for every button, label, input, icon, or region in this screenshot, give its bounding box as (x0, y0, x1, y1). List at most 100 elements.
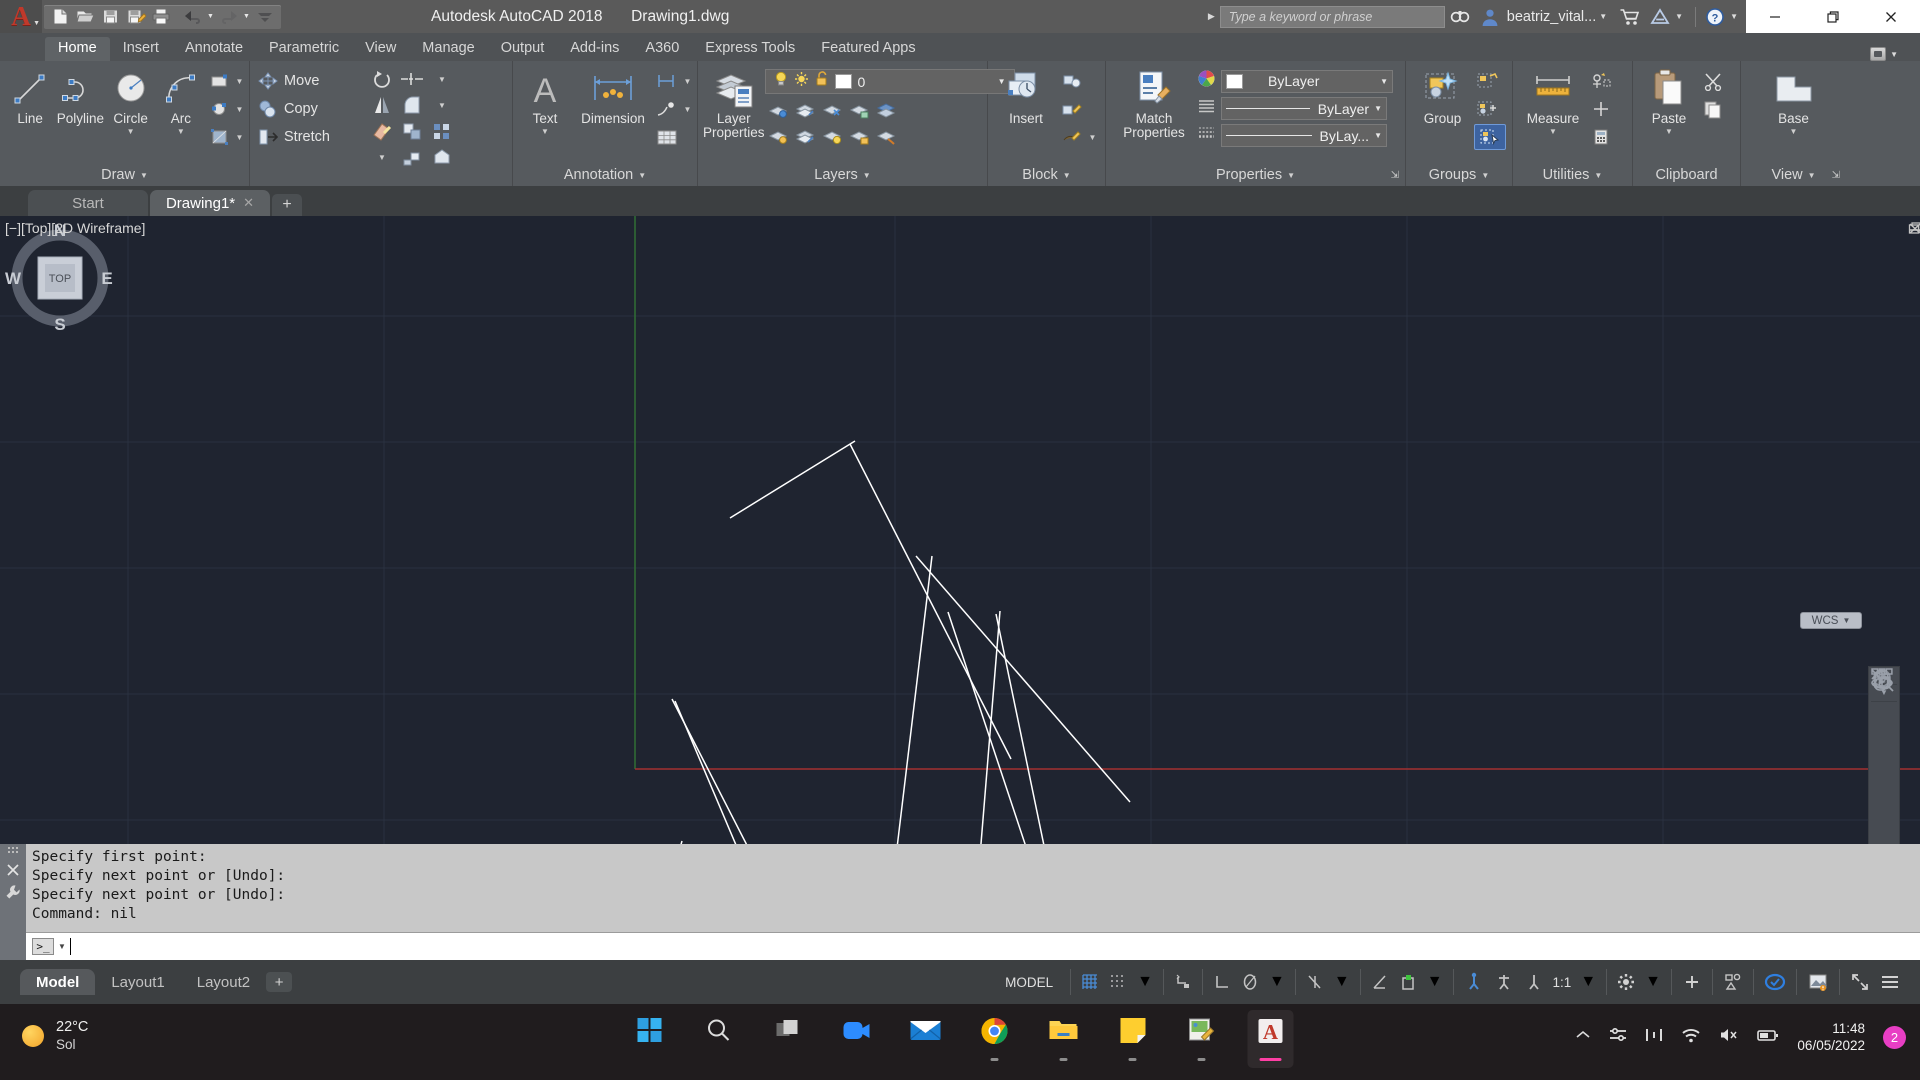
ribbon-tab-featured-apps[interactable]: Featured Apps (808, 37, 928, 61)
array-dropdown-icon[interactable]: ▼ (367, 144, 397, 170)
rectangle-tool[interactable]: ▼ (206, 68, 244, 94)
user-name-label[interactable]: beatriz_vital... (1507, 9, 1596, 25)
trim-tool[interactable] (397, 66, 427, 92)
chevron-down-icon[interactable]: ▼ (1481, 171, 1489, 180)
snap-mode-icon[interactable] (1104, 969, 1132, 995)
ribbon-tab-annotate[interactable]: Annotate (172, 37, 256, 61)
panel-title-block[interactable]: Block ▼ (988, 164, 1105, 186)
leader-dropdown-icon[interactable]: ▼ (683, 105, 692, 114)
isometric-drafting-icon[interactable] (1301, 969, 1329, 995)
ribbon-tab-a360[interactable]: A360 (632, 37, 692, 61)
autocad-app-menu-button[interactable]: A ▼ (0, 0, 42, 33)
chevron-down-icon[interactable]: ▼ (863, 171, 871, 180)
file-explorer-app[interactable] (1041, 1010, 1087, 1068)
linear-dimension-dropdown-icon[interactable]: ▼ (683, 77, 692, 86)
panel-title-view[interactable]: View ▼ ⇲ (1741, 164, 1846, 186)
selection-cycling-icon[interactable] (1519, 969, 1549, 995)
ribbon-minimize-chevron-icon[interactable]: ▼ (1890, 50, 1898, 59)
infocenter-search[interactable] (1219, 5, 1445, 28)
array-tool[interactable] (427, 118, 457, 144)
plot-button[interactable] (148, 6, 173, 28)
drawing-tab-drawing1[interactable]: Drawing1* ✕ (150, 190, 270, 216)
chevron-down-icon[interactable]: ▼ (1380, 77, 1388, 86)
panel-title-properties[interactable]: Properties ▼ ⇲ (1106, 164, 1405, 186)
layer-unlock-tool[interactable] (846, 124, 873, 150)
lightbulb-icon[interactable] (774, 71, 788, 92)
close-icon[interactable]: ✕ (243, 195, 254, 211)
undo-dropdown-icon[interactable]: ▼ (205, 6, 216, 28)
ribbon-tab-express-tools[interactable]: Express Tools (692, 37, 808, 61)
mirror-tool[interactable] (367, 92, 397, 118)
block-attribute-tool[interactable]: ▼ (1059, 124, 1097, 150)
unlock-icon[interactable] (815, 71, 829, 92)
copy-button[interactable]: Copy (255, 96, 367, 122)
annotation-scale-dropdown-icon[interactable]: ▼ (1575, 969, 1601, 995)
ribbon-tab-insert[interactable]: Insert (110, 37, 172, 61)
cut-tool[interactable] (1700, 68, 1726, 94)
start-button[interactable] (627, 1010, 673, 1068)
edit-block-tool[interactable] (1059, 96, 1097, 122)
ribbon-minimize-button[interactable] (1870, 47, 1887, 61)
viewport-control-label[interactable]: [−][Top][2D Wireframe] (5, 220, 145, 236)
polar-dropdown-icon[interactable]: ▼ (1264, 969, 1290, 995)
color-wheel-icon[interactable] (1197, 69, 1216, 93)
command-input-row[interactable]: >_ ▼ (26, 932, 1920, 960)
color-swatch-icon[interactable] (834, 74, 852, 89)
panel-title-utilities[interactable]: Utilities ▼ (1513, 164, 1632, 186)
copy-clip-tool[interactable] (1700, 96, 1726, 122)
chevron-down-icon[interactable]: ▼ (1063, 171, 1071, 180)
create-block-tool[interactable] (1059, 68, 1097, 94)
text-button[interactable]: A Text ▼ (518, 66, 572, 136)
chevron-down-icon[interactable]: ▼ (140, 171, 148, 180)
search-expand-icon[interactable]: ▶ (1208, 11, 1215, 22)
new-file-button[interactable] (48, 6, 73, 28)
new-drawing-tab-button[interactable]: + (272, 194, 302, 216)
model-space-indicator[interactable]: MODEL (993, 975, 1065, 990)
linear-dimension-tool[interactable]: ▼ (654, 68, 692, 94)
polygon-dropdown-icon[interactable]: ▼ (235, 105, 244, 114)
transparency-icon[interactable] (1489, 969, 1519, 995)
linetype-combo[interactable]: ByLayer ▼ (1221, 97, 1387, 120)
help-icon[interactable]: ? (1700, 0, 1730, 33)
panel-title-clipboard[interactable]: Clipboard (1633, 164, 1740, 186)
settings-icon[interactable] (1609, 1027, 1627, 1048)
ribbon-tab-output[interactable]: Output (488, 37, 558, 61)
save-as-file-button[interactable] (123, 6, 148, 28)
isometric-dropdown-icon[interactable]: ▼ (1329, 969, 1355, 995)
view-dialog-launcher[interactable]: ⇲ (1832, 170, 1840, 181)
point-id-tool[interactable] (1588, 96, 1614, 122)
arc-dropdown-icon[interactable]: ▼ (177, 127, 185, 136)
leader-tool[interactable]: ▼ (654, 96, 692, 122)
sun-icon[interactable] (794, 71, 809, 92)
panel-title-annotation[interactable]: Annotation ▼ (513, 164, 697, 186)
wcs-selector[interactable]: WCS ▼ (1800, 612, 1862, 629)
shopping-cart-icon[interactable] (1615, 0, 1645, 33)
undo-button[interactable] (180, 6, 205, 28)
annotation-monitor-icon[interactable] (1677, 969, 1707, 995)
polar-tracking-icon[interactable] (1236, 969, 1264, 995)
drawing-tab-start[interactable]: Start (28, 190, 148, 216)
units-icon[interactable] (1718, 969, 1748, 995)
search-button[interactable] (696, 1010, 742, 1068)
annotation-scale-value[interactable]: 1:1 (1549, 975, 1576, 990)
layer-merge-tool[interactable] (873, 98, 900, 124)
layer-delete-tool[interactable] (873, 124, 900, 150)
polygon-tool[interactable]: ▼ (206, 96, 244, 122)
task-view-button[interactable] (765, 1010, 811, 1068)
base-view-dropdown-icon[interactable]: ▼ (1790, 127, 1798, 136)
layer-isolate-tool[interactable] (765, 98, 792, 124)
chrome-app[interactable] (972, 1010, 1018, 1068)
panel-title-layers[interactable]: Layers ▼ (698, 164, 987, 186)
paste-dropdown-icon[interactable]: ▼ (1665, 127, 1673, 136)
properties-dialog-launcher[interactable]: ⇲ (1391, 170, 1399, 181)
object-snap-dropdown-icon[interactable]: ▼ (1422, 969, 1448, 995)
insert-block-button[interactable]: Insert (993, 66, 1059, 126)
help-chevron-icon[interactable]: ▼ (1730, 12, 1738, 21)
model-tab[interactable]: Model (20, 969, 96, 995)
group-button[interactable]: Group (1411, 66, 1474, 126)
linetype-icon[interactable] (1197, 98, 1216, 119)
match-properties-button[interactable]: Match Properties (1111, 66, 1197, 140)
sticky-notes-app[interactable] (1110, 1010, 1156, 1068)
close-icon[interactable] (6, 863, 20, 877)
paint-app[interactable] (1179, 1010, 1225, 1068)
